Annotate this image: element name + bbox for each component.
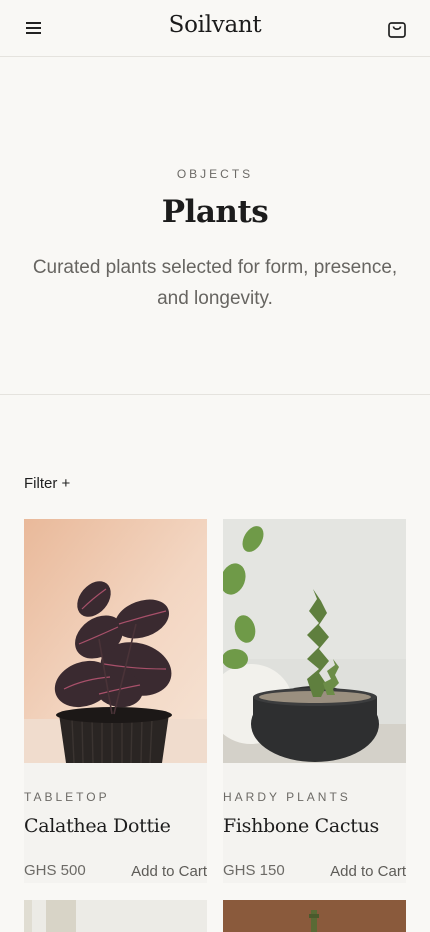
product-image[interactable] [223,900,406,932]
product-category: HARDY PLANTS [223,790,351,804]
filter-toggle[interactable]: Filter + [24,475,70,492]
product-info: TABLETOP Calathea Dottie GHS 500 Add to … [24,763,207,883]
product-name[interactable]: Calathea Dottie [24,815,171,837]
product-price: GHS 500 [24,862,86,879]
product-image[interactable] [24,900,207,932]
collection-description: Curated plants selected for form, presen… [32,257,398,309]
product-card[interactable]: HARDY PLANTS Fishbone Cactus GHS 150 Add… [223,519,406,883]
product-name[interactable]: Fishbone Cactus [223,815,379,837]
product-card[interactable] [24,900,207,932]
product-image-calathea[interactable] [24,519,207,763]
add-to-cart-button[interactable]: Add to Cart [131,863,207,880]
site-header: Soilvant [0,0,430,57]
product-card[interactable] [223,900,406,932]
collection-hero: OBJECTS Plants Curated plants selected f… [0,57,430,395]
add-to-cart-button[interactable]: Add to Cart [330,863,406,880]
collection-eyebrow: OBJECTS [176,167,254,181]
product-info: HARDY PLANTS Fishbone Cactus GHS 150 Add… [223,763,406,883]
shopping-bag-icon[interactable] [386,17,408,39]
product-price: GHS 150 [223,862,285,879]
brand-logo[interactable]: Soilvant [0,12,430,38]
product-category: TABLETOP [24,790,110,804]
product-image-fishbone-cactus[interactable] [223,519,406,763]
product-card[interactable]: TABLETOP Calathea Dottie GHS 500 Add to … [24,519,207,883]
page-title: Plants [161,194,269,230]
